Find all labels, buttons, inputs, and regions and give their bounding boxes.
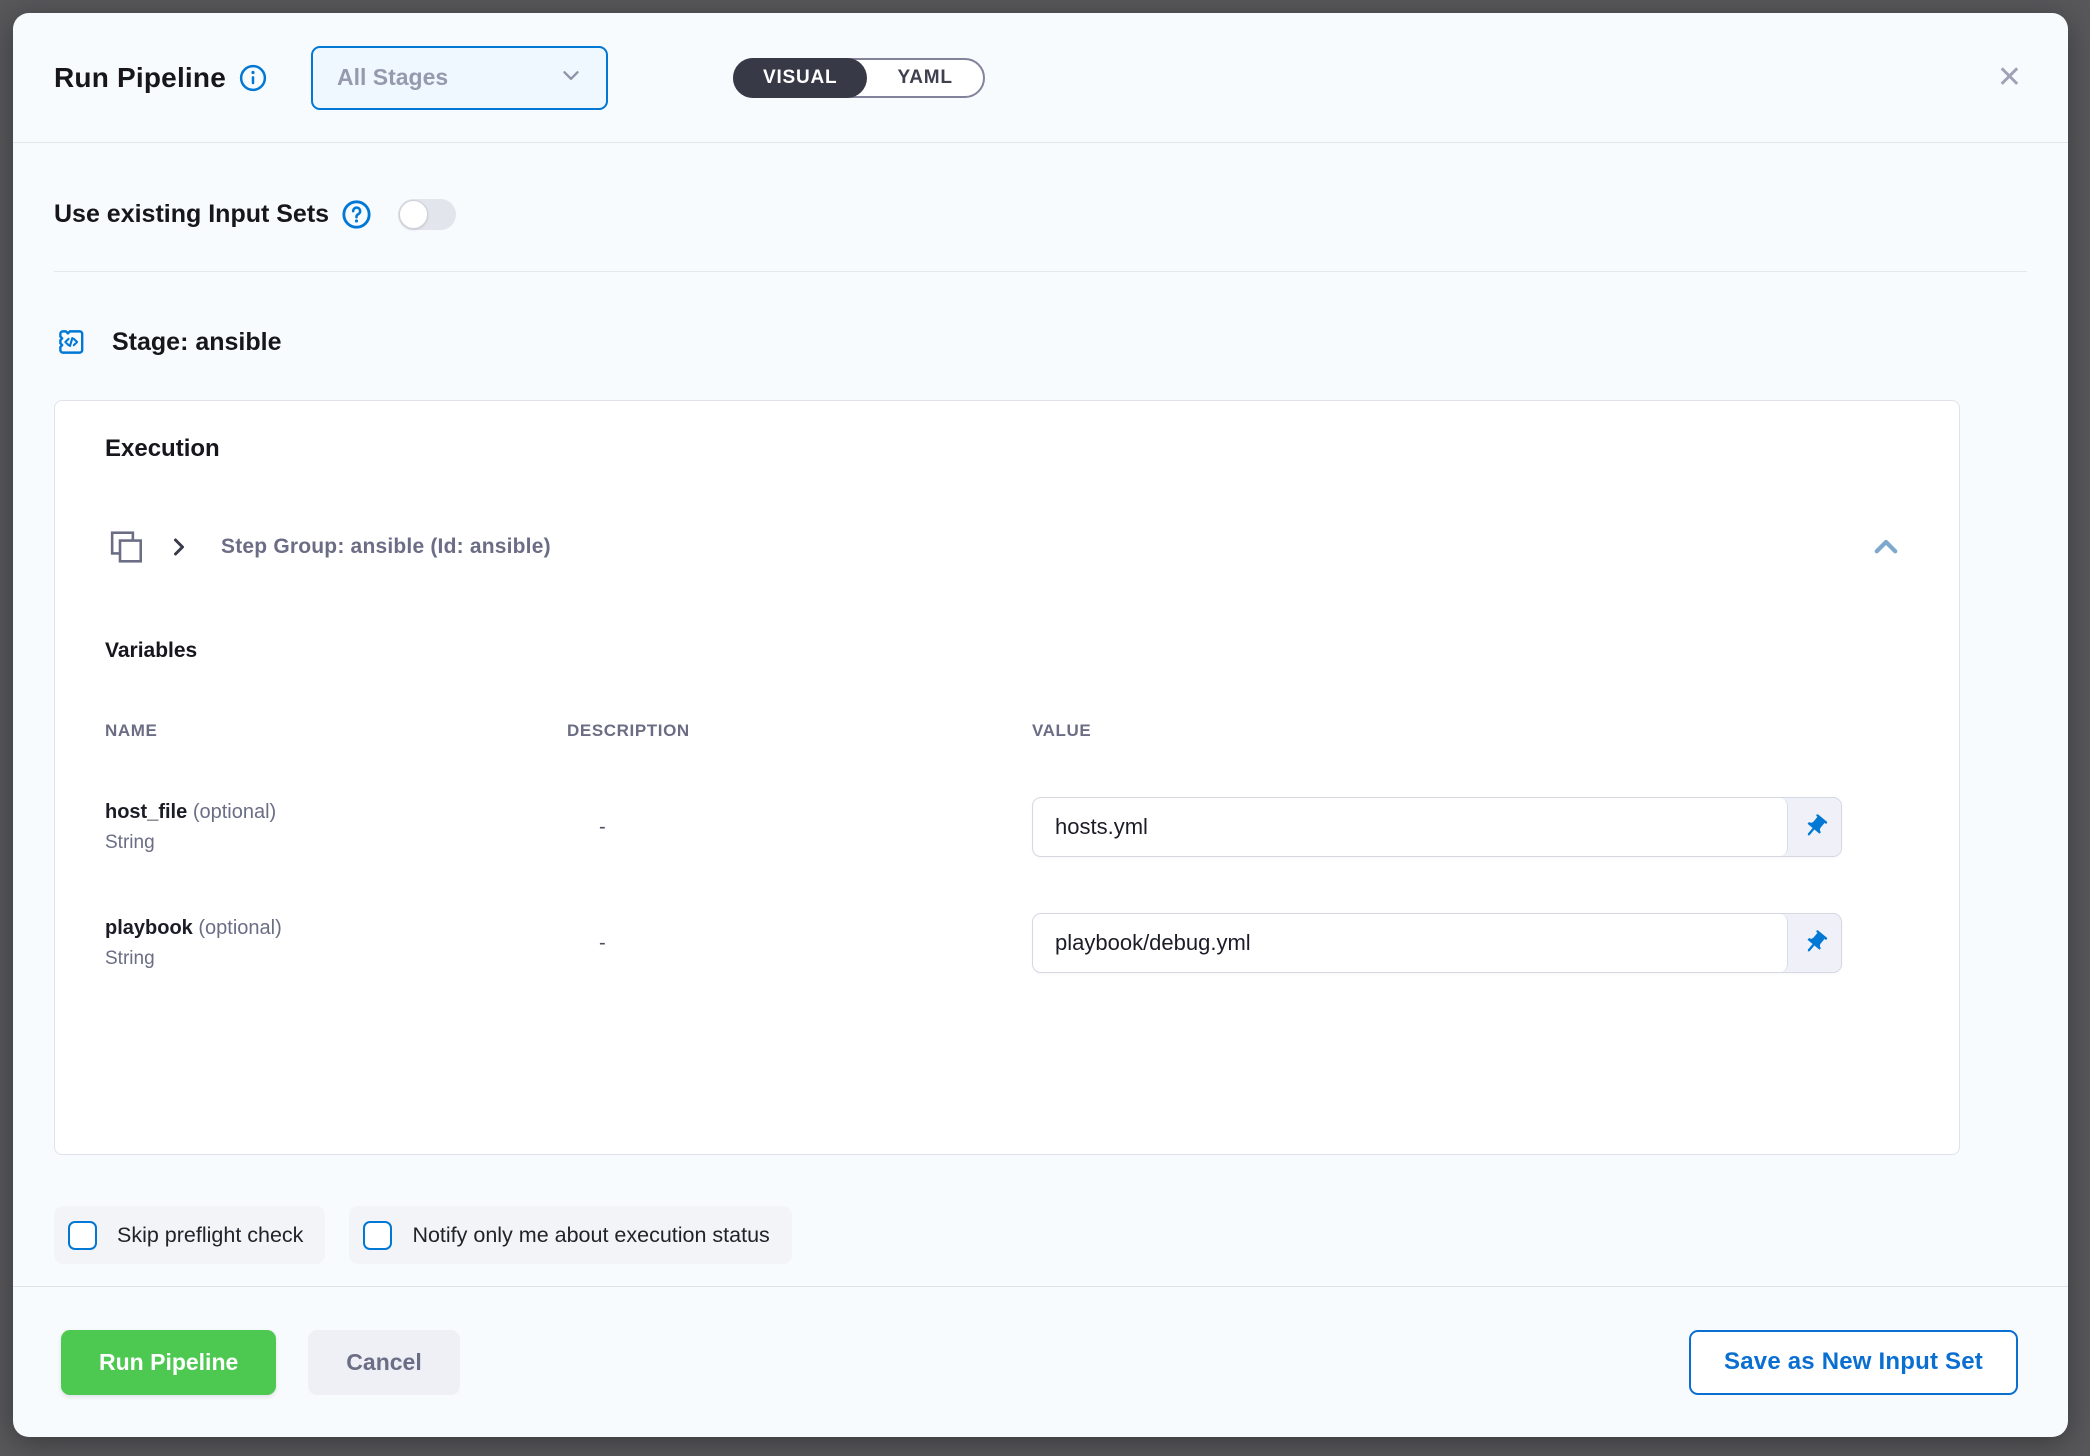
step-group-label[interactable]: Step Group: ansible (Id: ansible) bbox=[221, 535, 551, 559]
stage-selector-value: All Stages bbox=[337, 64, 558, 91]
help-icon[interactable] bbox=[341, 199, 372, 230]
skip-preflight-option[interactable]: Skip preflight check bbox=[54, 1206, 325, 1264]
variable-type: String bbox=[105, 948, 567, 970]
pin-icon[interactable] bbox=[1788, 798, 1841, 856]
variables-table: NAME DESCRIPTION VALUE host_file (option… bbox=[105, 721, 1909, 973]
execution-card: Execution Step Group: ansible (Id: ansib… bbox=[54, 400, 1960, 1155]
info-icon[interactable] bbox=[238, 63, 268, 93]
modal-footer: Run Pipeline Cancel Save as New Input Se… bbox=[13, 1286, 2068, 1437]
notify-only-me-label: Notify only me about execution status bbox=[412, 1223, 769, 1248]
table-row: host_file (optional) String - bbox=[105, 797, 1909, 857]
col-header-value: VALUE bbox=[1032, 721, 1909, 741]
use-existing-input-sets-row: Use existing Input Sets bbox=[54, 199, 2027, 230]
variable-optional: (optional) bbox=[198, 917, 281, 939]
variable-value-cell bbox=[1032, 797, 1909, 857]
chevron-right-icon[interactable] bbox=[167, 535, 191, 559]
checkbox-icon[interactable] bbox=[68, 1221, 97, 1250]
tab-yaml[interactable]: YAML bbox=[867, 67, 982, 89]
skip-preflight-label: Skip preflight check bbox=[117, 1223, 303, 1248]
checkbox-icon[interactable] bbox=[363, 1221, 392, 1250]
value-input-group bbox=[1032, 913, 1842, 973]
save-as-new-input-set-button[interactable]: Save as New Input Set bbox=[1689, 1330, 2018, 1395]
run-pipeline-button[interactable]: Run Pipeline bbox=[61, 1330, 276, 1395]
execution-title: Execution bbox=[105, 435, 1909, 463]
run-pipeline-modal: Run Pipeline All Stages VISUAL YAML ✕ bbox=[13, 13, 2068, 1437]
stage-row: Stage: ansible bbox=[54, 325, 2027, 359]
variable-name-cell: playbook (optional) String bbox=[105, 917, 567, 970]
divider bbox=[54, 271, 2027, 272]
variable-optional: (optional) bbox=[193, 801, 276, 823]
step-group-row: Step Group: ansible (Id: ansible) bbox=[105, 527, 1909, 567]
close-icon[interactable]: ✕ bbox=[1991, 57, 2028, 99]
page-title: Run Pipeline bbox=[54, 62, 226, 94]
variable-name: playbook bbox=[105, 917, 193, 939]
chevron-down-icon bbox=[558, 62, 584, 93]
tab-visual[interactable]: VISUAL bbox=[733, 58, 867, 98]
variable-value-cell bbox=[1032, 913, 1909, 973]
col-header-name: NAME bbox=[105, 721, 567, 741]
stage-selector-dropdown[interactable]: All Stages bbox=[311, 46, 608, 110]
chevron-up-icon[interactable] bbox=[1869, 530, 1909, 564]
table-row: playbook (optional) String - bbox=[105, 913, 1909, 973]
stage-label: Stage: ansible bbox=[112, 328, 282, 357]
variables-table-header: NAME DESCRIPTION VALUE bbox=[105, 721, 1909, 741]
step-group-icon bbox=[105, 527, 145, 567]
variable-name: host_file bbox=[105, 801, 187, 823]
variable-name-cell: host_file (optional) String bbox=[105, 801, 567, 854]
modal-content: Use existing Input Sets Stage: ansi bbox=[13, 143, 2068, 1286]
modal-header: Run Pipeline All Stages VISUAL YAML ✕ bbox=[13, 13, 2068, 143]
pin-icon[interactable] bbox=[1788, 914, 1841, 972]
value-input-group bbox=[1032, 797, 1842, 857]
host-file-input[interactable] bbox=[1033, 798, 1788, 856]
toggle-knob bbox=[399, 200, 428, 229]
custom-stage-icon bbox=[54, 325, 88, 359]
col-header-description: DESCRIPTION bbox=[567, 721, 1032, 741]
notify-only-me-option[interactable]: Notify only me about execution status bbox=[349, 1206, 791, 1264]
run-options-row: Skip preflight check Notify only me abou… bbox=[54, 1206, 2027, 1264]
variable-description: - bbox=[567, 932, 1032, 955]
variable-description: - bbox=[567, 816, 1032, 839]
playbook-input[interactable] bbox=[1033, 914, 1788, 972]
variables-title: Variables bbox=[105, 639, 1909, 663]
use-existing-input-sets-label: Use existing Input Sets bbox=[54, 200, 329, 229]
cancel-button[interactable]: Cancel bbox=[308, 1330, 459, 1395]
variable-type: String bbox=[105, 832, 567, 854]
input-sets-toggle[interactable] bbox=[398, 199, 456, 230]
visual-yaml-toggle: VISUAL YAML bbox=[733, 58, 985, 98]
